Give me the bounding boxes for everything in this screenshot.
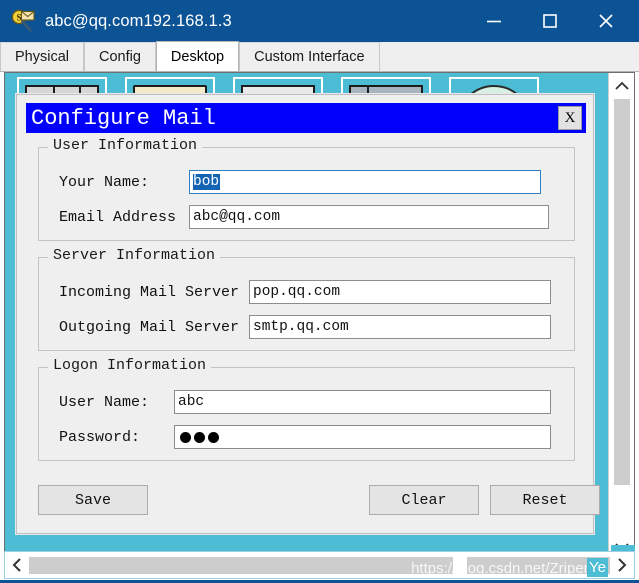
outgoing-mail-server-label: Outgoing Mail Server	[59, 318, 240, 336]
horizontal-scrollbar[interactable]: https://blog.csdn.net/Zripen Ye	[4, 551, 635, 579]
password-input[interactable]	[174, 425, 551, 449]
field-row-email-address: Email Address abc@qq.com	[39, 205, 574, 229]
dialog-close-button[interactable]: X	[558, 106, 582, 130]
outgoing-mail-server-value: smtp.qq.com	[253, 319, 349, 335]
your-name-value: bob	[193, 174, 220, 190]
outgoing-mail-server-input[interactable]: smtp.qq.com	[249, 315, 551, 339]
configure-mail-dialog: Configure Mail X User Information Your N…	[16, 94, 600, 534]
chevron-up-icon	[615, 81, 629, 90]
field-row-your-name: Your Name: bob	[39, 170, 574, 194]
scroll-left-button[interactable]	[5, 552, 29, 578]
reset-button[interactable]: Reset	[490, 485, 600, 515]
group-user-information: User Information Your Name: bob Email Ad…	[38, 137, 575, 241]
scroll-right-button[interactable]	[610, 552, 634, 578]
tab-config-label: Config	[99, 49, 141, 65]
user-name-value: abc	[178, 394, 205, 410]
group-user-information-legend: User Information	[48, 137, 203, 154]
maximize-button[interactable]	[527, 0, 573, 42]
svg-text:S: S	[16, 13, 21, 23]
window-titlebar: S abc@qq.com192.168.1.3	[0, 0, 639, 42]
field-row-outgoing-mail-server: Outgoing Mail Server smtp.qq.com	[39, 315, 574, 339]
incoming-mail-server-label: Incoming Mail Server	[59, 283, 240, 301]
user-name-input[interactable]: abc	[174, 390, 551, 414]
email-address-label: Email Address	[59, 208, 177, 226]
scroll-up-button[interactable]	[609, 73, 634, 99]
email-address-input[interactable]: abc@qq.com	[189, 205, 549, 229]
dialog-titlebar: Configure Mail X	[26, 103, 586, 133]
user-name-label: User Name:	[59, 393, 150, 411]
tab-physical-label: Physical	[15, 49, 69, 65]
incoming-mail-server-value: pop.qq.com	[253, 284, 341, 300]
tab-desktop-label: Desktop	[170, 48, 225, 65]
your-name-label: Your Name:	[59, 173, 150, 191]
password-label: Password:	[59, 428, 141, 446]
incoming-mail-server-input[interactable]: pop.qq.com	[249, 280, 551, 304]
email-address-value: abc@qq.com	[193, 209, 281, 225]
tab-config[interactable]: Config	[84, 42, 156, 71]
dialog-title: Configure Mail	[31, 105, 216, 131]
group-logon-information: Logon Information User Name: abc Passwor…	[38, 357, 575, 461]
chevron-left-icon	[12, 558, 21, 572]
group-server-information-legend: Server Information	[48, 247, 221, 264]
vertical-scrollbar[interactable]	[608, 73, 634, 560]
tab-custom-interface[interactable]: Custom Interface	[239, 42, 380, 71]
close-button[interactable]	[583, 0, 629, 42]
tab-desktop[interactable]: Desktop	[155, 41, 240, 71]
field-row-incoming-mail-server: Incoming Mail Server pop.qq.com	[39, 280, 574, 304]
desktop-pane: Configure Mail X User Information Your N…	[4, 72, 635, 561]
group-logon-information-legend: Logon Information	[48, 357, 212, 374]
tab-strip: Physical Config Desktop Custom Interface	[0, 41, 639, 72]
maximize-icon	[543, 14, 557, 28]
group-server-information: Server Information Incoming Mail Server …	[38, 247, 575, 351]
mail-magnifier-icon: S	[10, 8, 36, 34]
text-caret	[219, 174, 221, 190]
field-row-user-name: User Name: abc	[39, 390, 574, 414]
horizontal-scrollbar-track[interactable]: https://blog.csdn.net/Zripen Ye	[29, 556, 610, 577]
window-title: abc@qq.com192.168.1.3	[45, 11, 232, 30]
watermark-text: https://blog.csdn.net/Zripen	[411, 559, 592, 577]
packet-tracer-device-window: S abc@qq.com192.168.1.3 Physical Config …	[0, 0, 639, 583]
horizontal-scrollbar-thumb-gap	[453, 556, 468, 574]
vertical-scrollbar-thumb[interactable]	[614, 99, 630, 485]
save-button[interactable]: Save	[38, 485, 148, 515]
password-mask	[180, 431, 219, 443]
chevron-right-icon	[618, 558, 627, 572]
tab-custom-interface-label: Custom Interface	[254, 49, 365, 65]
your-name-input[interactable]: bob	[189, 170, 541, 194]
close-icon	[599, 14, 613, 28]
watermark-badge: Ye	[587, 557, 608, 577]
minimize-button[interactable]	[471, 0, 517, 42]
clear-button[interactable]: Clear	[369, 485, 479, 515]
tab-physical[interactable]: Physical	[0, 42, 84, 71]
minimize-icon	[487, 20, 501, 23]
field-row-password: Password:	[39, 425, 574, 449]
